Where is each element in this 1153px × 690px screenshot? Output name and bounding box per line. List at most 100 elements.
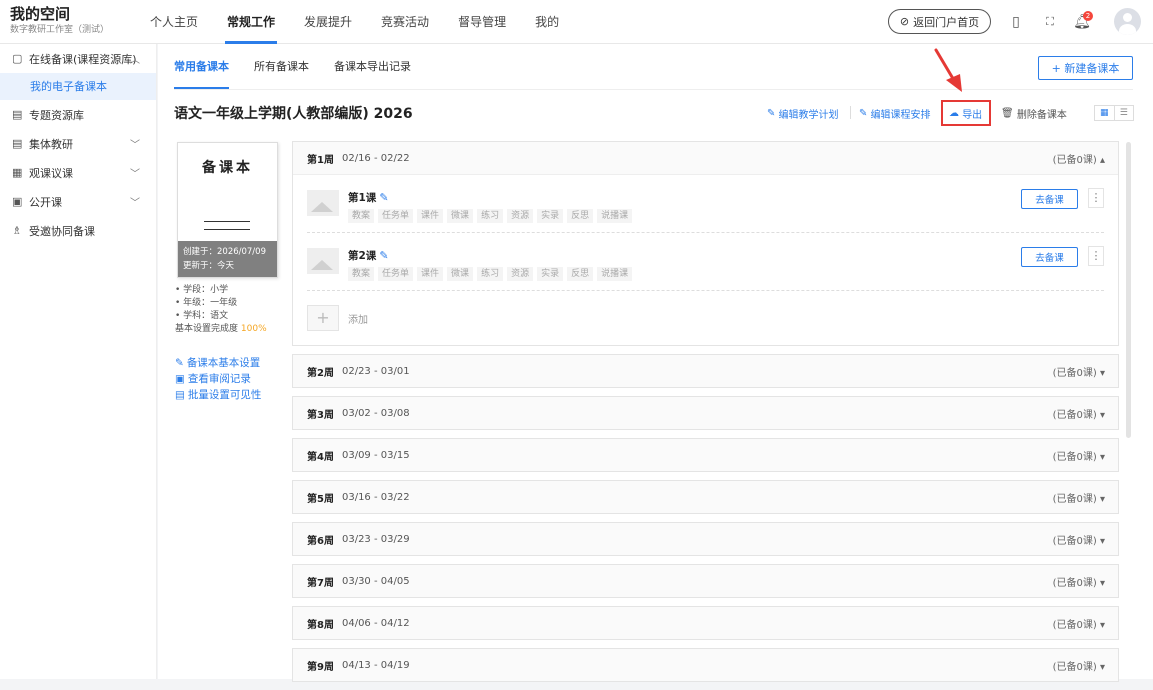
plus-icon[interactable]: + [307, 305, 339, 331]
nav-item-routine-work[interactable]: 常规工作 [225, 0, 278, 44]
tag-resource[interactable]: 资源 [507, 209, 534, 223]
tag-recording[interactable]: 实录 [537, 267, 564, 281]
nav-item-competition[interactable]: 竞赛活动 [381, 0, 429, 44]
file-icon: ▢ [12, 52, 23, 65]
tab-all-books[interactable]: 所有备课本 [254, 44, 309, 89]
book-links: ✎ 备课本基本设置 ▣ 查看审阅记录 ▤ 批量设置可见性 [175, 355, 261, 403]
brand[interactable]: 我的空间 数字教研工作室（测试） [10, 5, 109, 37]
cover-meta: 创建于：2026/07/09 更新于：今天 [178, 241, 277, 277]
grid-view-icon[interactable]: ▦ [1095, 106, 1114, 120]
edit-schedule-button[interactable]: ✎ 编辑课程安排 [859, 105, 931, 121]
week-range: 03/16 - 03/22 [341, 491, 410, 503]
scrollbar[interactable] [1126, 142, 1131, 438]
tag-micro-lesson[interactable]: 微课 [447, 209, 474, 223]
updated-date: 更新于：今天 [183, 261, 235, 271]
edit-plan-button[interactable]: ✎ 编辑教学计划 [767, 105, 839, 121]
tab-export-records[interactable]: 备课本导出记录 [334, 44, 411, 89]
notification-badge: 2 [1083, 11, 1093, 21]
sidebar-item-online-prep[interactable]: ▢ 在线备课(课程资源库) ︿ [0, 44, 156, 73]
week-header[interactable]: 第4周 03/09 - 03/15 (已备0课) ▾ [293, 439, 1118, 471]
review-records-link[interactable]: ▣ 查看审阅记录 [175, 371, 261, 387]
delete-book-button[interactable]: 🗑︎ 删除备课本 [1001, 105, 1067, 121]
sidebar-item-my-ebook[interactable]: 我的电子备课本 [0, 73, 156, 100]
nav-item-supervision[interactable]: 督导管理 [458, 0, 506, 44]
week-header[interactable]: 第9周 04/13 - 04/19 (已备0课) ▾ [293, 649, 1118, 681]
compass-icon: ⊘ [899, 15, 910, 28]
tablet-icon[interactable]: ▯ [1006, 12, 1026, 32]
week-panel: 第8周 04/06 - 04/12 (已备0课) ▾ [292, 606, 1119, 640]
week-range: 02/16 - 02/22 [341, 152, 410, 164]
more-options-icon[interactable]: ⋮ [1088, 246, 1104, 266]
tag-reflection[interactable]: 反思 [567, 267, 594, 281]
sidebar-item-open-class[interactable]: ▣ 公开课 ﹀ [0, 187, 156, 216]
tag-exercise[interactable]: 练习 [477, 267, 504, 281]
sidebar-item-invited-collab[interactable]: ♗ 受邀协同备课 [0, 216, 156, 245]
tag-recording[interactable]: 实录 [537, 209, 564, 223]
app-subtitle: 数字教研工作室（测试） [10, 25, 110, 35]
week-header[interactable]: 第3周 03/02 - 03/08 (已备0课) ▾ [293, 397, 1118, 429]
tag-lesson-plan[interactable]: 教案 [348, 267, 375, 281]
info-stage: • 学段：小学 [175, 285, 229, 295]
week-header[interactable]: 第7周 03/30 - 04/05 (已备0课) ▾ [293, 565, 1118, 597]
week-range: 04/13 - 04/19 [341, 659, 410, 671]
tag-resource[interactable]: 资源 [507, 267, 534, 281]
edit-icon: ✎ [859, 107, 871, 119]
book-cover[interactable]: 备课本 创建于：2026/07/09 更新于：今天 [177, 142, 278, 278]
group-icon: ♗ [12, 224, 22, 237]
week-header[interactable]: 第8周 04/06 - 04/12 (已备0课) ▾ [293, 607, 1118, 639]
week-status: (已备0课) ▾ [1052, 367, 1105, 379]
week-range: 03/23 - 03/29 [341, 533, 410, 545]
week-status: (已备0课) ▾ [1052, 661, 1105, 673]
sidebar-item-label: 在线备课(课程资源库) [29, 52, 137, 66]
new-book-button[interactable]: + 新建备课本 [1038, 56, 1133, 80]
add-lesson-row[interactable]: + 添加 [307, 291, 1104, 345]
clipboard-icon: ▣ [175, 373, 185, 385]
tag-courseware[interactable]: 课件 [417, 209, 444, 223]
tag-exercise[interactable]: 练习 [477, 209, 504, 223]
week-header[interactable]: 第2周 02/23 - 03/01 (已备0课) ▾ [293, 355, 1118, 387]
nav-item-mine[interactable]: 我的 [535, 0, 559, 44]
edit-icon: ✎ [175, 357, 184, 369]
tag-reflection[interactable]: 反思 [567, 209, 594, 223]
book-info: • 学段：小学 • 年级：一年级 • 学科：语文 基本设置完成度 100% [175, 284, 267, 336]
more-options-icon[interactable]: ⋮ [1088, 188, 1104, 208]
sidebar-item-observation[interactable]: ▦ 观课议课 ﹀ [0, 158, 156, 187]
bell-icon[interactable]: 🔔︎ 2 [1072, 11, 1093, 32]
tag-lesson-talk[interactable]: 说播课 [597, 267, 633, 281]
week-panel: 第3周 03/02 - 03/08 (已备0课) ▾ [292, 396, 1119, 430]
week-header[interactable]: 第6周 03/23 - 03/29 (已备0课) ▾ [293, 523, 1118, 555]
lesson-thumbnail [307, 248, 339, 274]
board-icon: ▦ [12, 166, 23, 179]
sidebar-item-group-research[interactable]: ▤ 集体教研 ﹀ [0, 129, 156, 158]
tag-courseware[interactable]: 课件 [417, 267, 444, 281]
week-body: 第1课✎ 教案 任务单 课件 微课 练习 资源 实录 反思 说播课 去备课 ⋮ [293, 174, 1118, 345]
lesson-name: 第2课 ✎ [348, 249, 389, 262]
avatar[interactable] [1114, 8, 1141, 35]
edit-icon[interactable]: ✎ [379, 191, 388, 204]
tab-common-books[interactable]: 常用备课本 [174, 44, 229, 89]
back-to-portal-button[interactable]: ⊘ 返回门户首页 [888, 9, 991, 34]
basic-settings-link[interactable]: ✎ 备课本基本设置 [175, 355, 261, 371]
week-header[interactable]: 第5周 03/16 - 03/22 (已备0课) ▾ [293, 481, 1118, 513]
edit-icon: ✎ [767, 107, 779, 119]
week-header[interactable]: 第1周 02/16 - 02/22 (已备0课) ▴ [293, 142, 1118, 174]
prepare-lesson-button[interactable]: 去备课 [1021, 247, 1078, 267]
main-content: 常用备课本 所有备课本 备课本导出记录 + 新建备课本 语文一年级上学期(人教部… [158, 44, 1153, 682]
tag-task-sheet[interactable]: 任务单 [378, 267, 414, 281]
nav-item-home[interactable]: 个人主页 [150, 0, 198, 44]
prepare-lesson-button[interactable]: 去备课 [1021, 189, 1078, 209]
created-date: 创建于：2026/07/09 [183, 247, 266, 257]
tag-micro-lesson[interactable]: 微课 [447, 267, 474, 281]
list-view-icon[interactable]: ☰ [1113, 106, 1134, 120]
edit-icon[interactable]: ✎ [379, 249, 388, 262]
tag-task-sheet[interactable]: 任务单 [378, 209, 414, 223]
tag-lesson-plan[interactable]: 教案 [348, 209, 375, 223]
visibility-settings-link[interactable]: ▤ 批量设置可见性 [175, 387, 261, 403]
tag-lesson-talk[interactable]: 说播课 [597, 209, 633, 223]
caret-down-icon: ▾ [1099, 661, 1105, 673]
cover-title: 备课本 [202, 160, 253, 176]
sidebar-item-topic-library[interactable]: ▤ 专题资源库 [0, 100, 156, 129]
fullscreen-icon[interactable]: ⛶ [1040, 12, 1060, 32]
nav-item-development[interactable]: 发展提升 [304, 0, 352, 44]
week-range: 03/09 - 03/15 [341, 449, 410, 461]
